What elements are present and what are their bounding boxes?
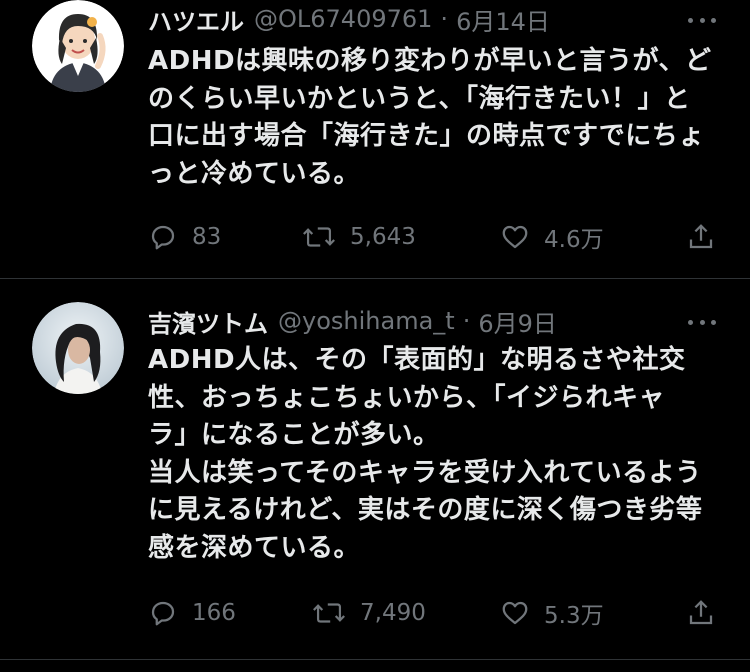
tweet-text-line: ラ」になることが多い。: [148, 420, 440, 450]
reply-button[interactable]: 83: [148, 217, 221, 257]
separator-dot: ·: [440, 5, 449, 33]
tweet-divider: [0, 659, 750, 660]
tweet-text-line: ADHDは興味の移り変わりが早いと言うが、ど: [148, 46, 712, 76]
reply-count: 166: [192, 600, 236, 626]
tweet-text-line: 性、おっちょこちょいから、「イジられキャ: [148, 382, 666, 413]
tweet-actions: 166 7,490 5.3万: [148, 593, 718, 633]
tweet[interactable]: 吉濱ツトム @yoshihama_t · 6月9日 ADHD人は、その「表面的」…: [0, 279, 750, 659]
share-icon: [689, 224, 713, 249]
tweet-header: ハツエル @OL67409761 · 6月14日: [148, 2, 550, 36]
reply-count: 83: [192, 224, 222, 250]
more-icon[interactable]: [684, 8, 720, 32]
tweet-text-line: 口に出す場合「海行きた」の時点ですでにちょ: [148, 121, 705, 151]
reply-icon: [151, 225, 175, 250]
reply-icon: [151, 601, 175, 626]
user-handle[interactable]: @OL67409761: [254, 5, 432, 33]
tweet-text: ADHD人は、その「表面的」な明るさや社交 性、おっちょこちょいから、「イジられ…: [148, 342, 708, 567]
reply-button[interactable]: 166: [148, 593, 236, 633]
heart-icon: [502, 601, 528, 625]
like-count: 5.3万: [544, 603, 604, 629]
tweet-date[interactable]: 6月9日: [478, 304, 557, 339]
retweet-button[interactable]: 5,643: [302, 217, 416, 257]
avatar[interactable]: [32, 302, 124, 394]
separator-dot: ·: [462, 307, 471, 335]
avatar[interactable]: [32, 0, 124, 92]
tweet-date[interactable]: 6月14日: [456, 2, 550, 37]
retweet-count: 7,490: [360, 600, 426, 626]
user-handle[interactable]: @yoshihama_t: [278, 307, 455, 335]
avatar-illustration: [32, 0, 124, 92]
tweet[interactable]: ハツエル @OL67409761 · 6月14日 ADHDは興味の移り変わりが早…: [0, 0, 750, 278]
like-count: 4.6万: [544, 227, 604, 253]
tweet-text-line: のくらい早いかというと、「海行きたい！」と: [148, 83, 691, 114]
heart-icon: [502, 225, 528, 249]
more-icon[interactable]: [684, 310, 720, 334]
tweet-text-line: 感を深めている。: [148, 532, 361, 563]
tweet-text-line: ADHD人は、その「表面的」な明るさや社交: [148, 345, 686, 375]
share-button[interactable]: [686, 593, 716, 633]
like-button[interactable]: 5.3万: [500, 593, 604, 633]
retweet-icon: [303, 227, 335, 247]
tweet-actions: 83 5,643 4.6万: [148, 217, 718, 257]
tweet-text-line: っと冷めている。: [148, 158, 361, 189]
share-icon: [689, 600, 713, 625]
retweet-icon: [313, 603, 345, 623]
retweet-count: 5,643: [350, 224, 416, 250]
tweet-text-line: 当人は笑ってそのキャラを受け入れているよう: [148, 457, 702, 488]
tweet-header: 吉濱ツトム @yoshihama_t · 6月9日: [148, 304, 557, 338]
display-name[interactable]: ハツエル: [148, 2, 244, 37]
avatar-photo: [32, 302, 124, 394]
like-button[interactable]: 4.6万: [500, 217, 604, 257]
display-name[interactable]: 吉濱ツトム: [148, 304, 268, 339]
tweet-text-line: に見えるけれど、実はその度に深く傷つき劣等: [148, 495, 703, 525]
share-button[interactable]: [686, 217, 716, 257]
tweet-text: ADHDは興味の移り変わりが早いと言うが、ど のくらい早いかというと、「海行きた…: [148, 43, 712, 193]
retweet-button[interactable]: 7,490: [312, 593, 426, 633]
